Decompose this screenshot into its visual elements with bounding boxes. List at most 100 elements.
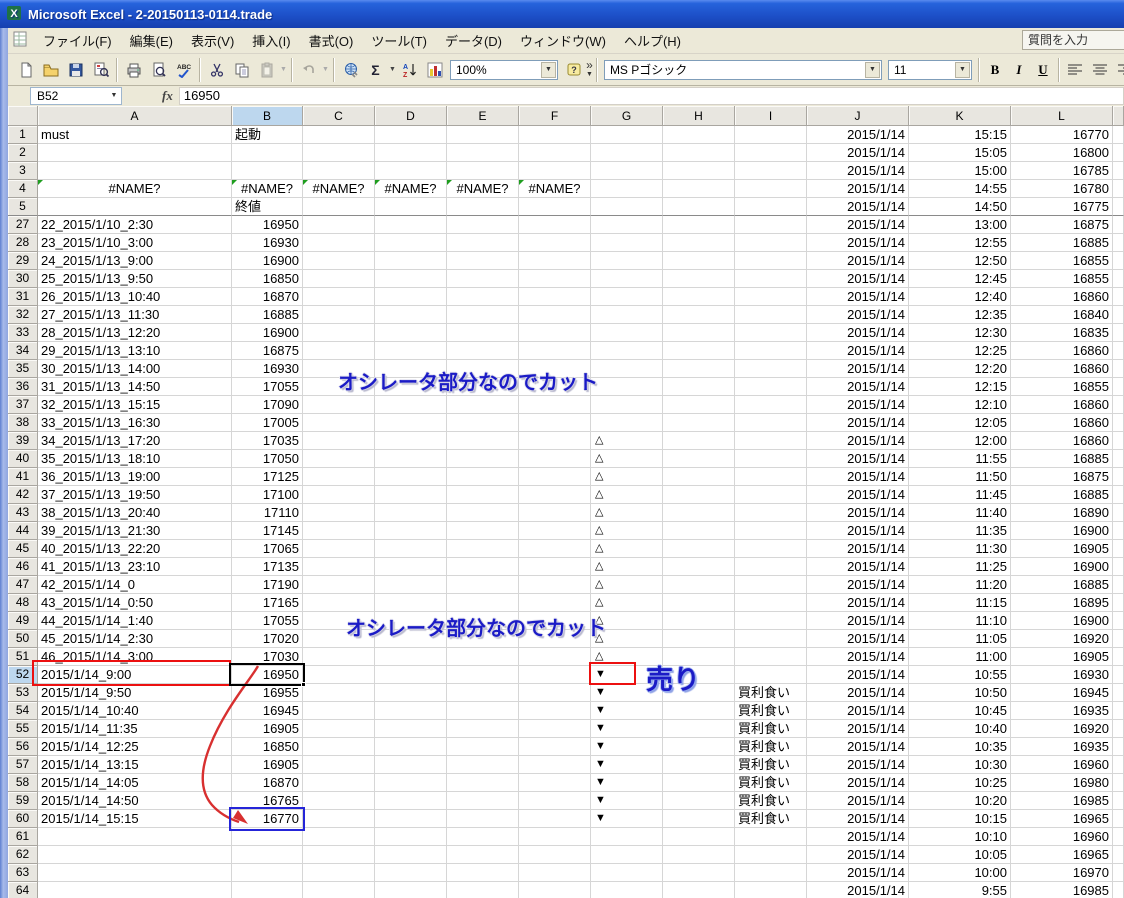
cell-D40[interactable] bbox=[375, 450, 447, 468]
cell-K55[interactable]: 10:40 bbox=[909, 720, 1011, 738]
cell-I38[interactable] bbox=[735, 414, 807, 432]
cell-partial-54[interactable] bbox=[1113, 702, 1124, 720]
cell-B57[interactable]: 16905 bbox=[232, 756, 303, 774]
cell-G3[interactable] bbox=[591, 162, 663, 180]
cell-K45[interactable]: 11:30 bbox=[909, 540, 1011, 558]
cell-J3[interactable]: 2015/1/14 bbox=[807, 162, 909, 180]
cell-D57[interactable] bbox=[375, 756, 447, 774]
cell-A56[interactable]: 2015/1/14_12:25 bbox=[38, 738, 232, 756]
cell-E3[interactable] bbox=[447, 162, 519, 180]
cell-J63[interactable]: 2015/1/14 bbox=[807, 864, 909, 882]
cell-J42[interactable]: 2015/1/14 bbox=[807, 486, 909, 504]
row-header-34[interactable]: 34 bbox=[8, 342, 38, 360]
cell-F33[interactable] bbox=[519, 324, 591, 342]
cell-D27[interactable] bbox=[375, 216, 447, 234]
cell-C53[interactable] bbox=[303, 684, 375, 702]
help-button[interactable]: ? bbox=[561, 58, 586, 82]
cell-F44[interactable] bbox=[519, 522, 591, 540]
cell-L37[interactable]: 16860 bbox=[1011, 396, 1113, 414]
cell-D33[interactable] bbox=[375, 324, 447, 342]
cell-I42[interactable] bbox=[735, 486, 807, 504]
cell-I44[interactable] bbox=[735, 522, 807, 540]
cell-A45[interactable]: 40_2015/1/13_22:20 bbox=[38, 540, 232, 558]
cell-F28[interactable] bbox=[519, 234, 591, 252]
cell-D64[interactable] bbox=[375, 882, 447, 898]
cell-E31[interactable] bbox=[447, 288, 519, 306]
row-header-55[interactable]: 55 bbox=[8, 720, 38, 738]
cell-G37[interactable] bbox=[591, 396, 663, 414]
cell-G45[interactable]: △ bbox=[591, 540, 663, 558]
cell-D54[interactable] bbox=[375, 702, 447, 720]
cell-E45[interactable] bbox=[447, 540, 519, 558]
cell-A38[interactable]: 33_2015/1/13_16:30 bbox=[38, 414, 232, 432]
cell-A36[interactable]: 31_2015/1/13_14:50 bbox=[38, 378, 232, 396]
cell-L61[interactable]: 16960 bbox=[1011, 828, 1113, 846]
cell-A43[interactable]: 38_2015/1/13_20:40 bbox=[38, 504, 232, 522]
cell-partial-47[interactable] bbox=[1113, 576, 1124, 594]
cell-partial-29[interactable] bbox=[1113, 252, 1124, 270]
cell-A3[interactable] bbox=[38, 162, 232, 180]
column-header-D[interactable]: D bbox=[375, 106, 447, 126]
cell-H57[interactable] bbox=[663, 756, 735, 774]
cell-C28[interactable] bbox=[303, 234, 375, 252]
cell-A63[interactable] bbox=[38, 864, 232, 882]
row-header-2[interactable]: 2 bbox=[8, 144, 38, 162]
cell-J62[interactable]: 2015/1/14 bbox=[807, 846, 909, 864]
cell-H37[interactable] bbox=[663, 396, 735, 414]
cell-F46[interactable] bbox=[519, 558, 591, 576]
cell-L58[interactable]: 16980 bbox=[1011, 774, 1113, 792]
cell-L54[interactable]: 16935 bbox=[1011, 702, 1113, 720]
cell-H42[interactable] bbox=[663, 486, 735, 504]
cell-C30[interactable] bbox=[303, 270, 375, 288]
cell-C27[interactable] bbox=[303, 216, 375, 234]
cell-C41[interactable] bbox=[303, 468, 375, 486]
cell-I61[interactable] bbox=[735, 828, 807, 846]
cell-G40[interactable]: △ bbox=[591, 450, 663, 468]
cell-J47[interactable]: 2015/1/14 bbox=[807, 576, 909, 594]
cell-B47[interactable]: 17190 bbox=[232, 576, 303, 594]
cell-C5[interactable] bbox=[303, 198, 375, 216]
cell-B1[interactable]: 起動 bbox=[232, 126, 303, 144]
cell-E53[interactable] bbox=[447, 684, 519, 702]
cell-I34[interactable] bbox=[735, 342, 807, 360]
cell-D29[interactable] bbox=[375, 252, 447, 270]
cell-E33[interactable] bbox=[447, 324, 519, 342]
cell-C33[interactable] bbox=[303, 324, 375, 342]
undo-dropdown[interactable]: ▼ bbox=[321, 58, 330, 82]
column-header-G[interactable]: G bbox=[591, 106, 663, 126]
cell-C58[interactable] bbox=[303, 774, 375, 792]
cell-I62[interactable] bbox=[735, 846, 807, 864]
cell-F54[interactable] bbox=[519, 702, 591, 720]
cell-K61[interactable]: 10:10 bbox=[909, 828, 1011, 846]
cell-partial-2[interactable] bbox=[1113, 144, 1124, 162]
save-button[interactable] bbox=[63, 58, 88, 82]
cell-K30[interactable]: 12:45 bbox=[909, 270, 1011, 288]
column-header-B[interactable]: B bbox=[232, 106, 303, 126]
chart-wizard-button[interactable] bbox=[422, 58, 447, 82]
cell-D39[interactable] bbox=[375, 432, 447, 450]
bold-button[interactable]: B bbox=[983, 58, 1007, 82]
cell-partial-62[interactable] bbox=[1113, 846, 1124, 864]
cut-button[interactable] bbox=[204, 58, 229, 82]
cell-E48[interactable] bbox=[447, 594, 519, 612]
cell-A49[interactable]: 44_2015/1/14_1:40 bbox=[38, 612, 232, 630]
cell-I56[interactable]: 買利食い bbox=[735, 738, 807, 756]
cell-K44[interactable]: 11:35 bbox=[909, 522, 1011, 540]
cell-partial-45[interactable] bbox=[1113, 540, 1124, 558]
cell-G57[interactable]: ▼ bbox=[591, 756, 663, 774]
cell-J46[interactable]: 2015/1/14 bbox=[807, 558, 909, 576]
align-left-button[interactable] bbox=[1063, 58, 1088, 82]
row-header-44[interactable]: 44 bbox=[8, 522, 38, 540]
cell-I3[interactable] bbox=[735, 162, 807, 180]
undo-button[interactable] bbox=[296, 58, 321, 82]
cell-B44[interactable]: 17145 bbox=[232, 522, 303, 540]
row-header-30[interactable]: 30 bbox=[8, 270, 38, 288]
cell-partial-27[interactable] bbox=[1113, 216, 1124, 234]
cell-F2[interactable] bbox=[519, 144, 591, 162]
cell-B33[interactable]: 16900 bbox=[232, 324, 303, 342]
cell-G31[interactable] bbox=[591, 288, 663, 306]
cell-F38[interactable] bbox=[519, 414, 591, 432]
insert-function-icon[interactable]: fx bbox=[162, 88, 173, 104]
cell-C43[interactable] bbox=[303, 504, 375, 522]
cell-L36[interactable]: 16855 bbox=[1011, 378, 1113, 396]
